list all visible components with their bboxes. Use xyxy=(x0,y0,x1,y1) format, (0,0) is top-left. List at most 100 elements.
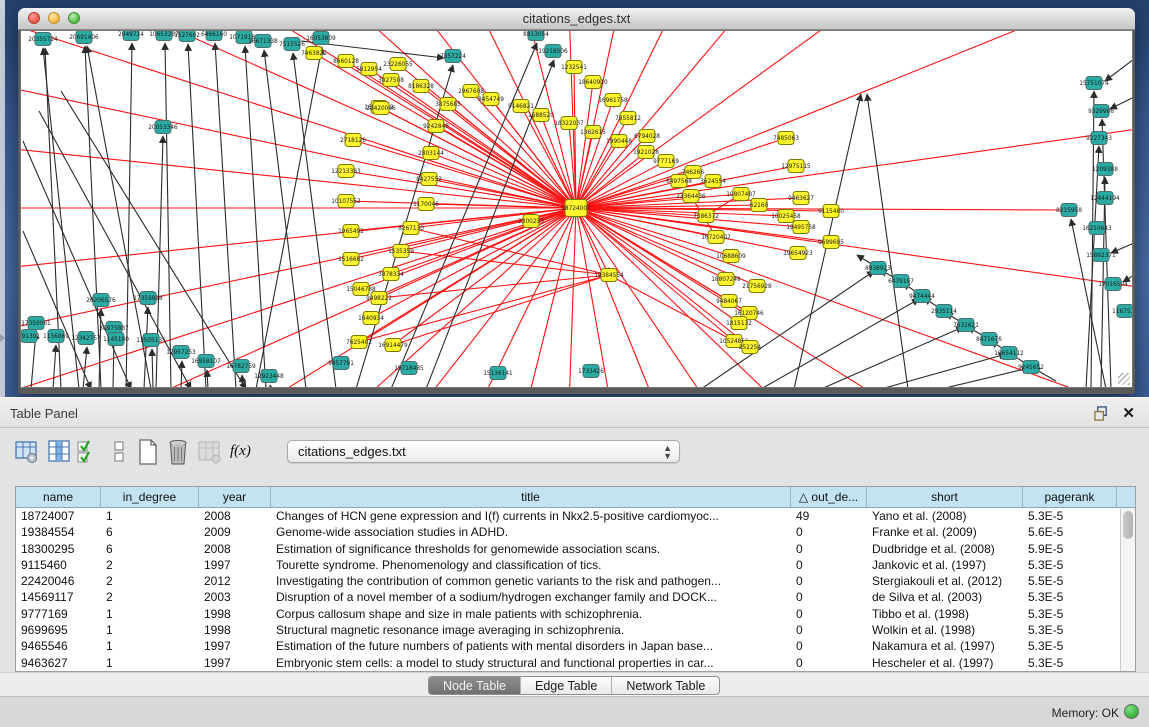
graph-node[interactable]: 1167533 xyxy=(1112,305,1133,318)
graph-node[interactable]: 19218506 xyxy=(538,45,568,58)
network-canvas[interactable]: 7463822866012859129542322605538275088186… xyxy=(20,30,1133,388)
graph-node[interactable]: 12444194 xyxy=(1090,192,1120,205)
table-row[interactable]: 977716911998Corpus callosum shape and si… xyxy=(16,606,1135,622)
graph-node[interactable]: 10654112 xyxy=(994,347,1024,360)
graph-node[interactable]: 62160 xyxy=(750,199,769,212)
select-all-icon[interactable] xyxy=(76,439,100,465)
column-header[interactable]: in_degree xyxy=(101,487,199,507)
graph-node[interactable]: 20355724 xyxy=(28,33,58,46)
graph-node[interactable]: 1527602 xyxy=(174,31,200,42)
graph-node[interactable]: 15751074 xyxy=(1079,77,1109,90)
graph-node[interactable]: 9329966 xyxy=(1088,105,1114,118)
resize-grip[interactable] xyxy=(1118,373,1130,385)
function-builder-icon[interactable]: f(x) xyxy=(230,443,254,469)
graph-node[interactable]: 252254 xyxy=(739,341,761,354)
graph-node[interactable]: 15718485 xyxy=(394,362,424,375)
graph-node[interactable]: 6466160 xyxy=(201,31,227,41)
graph-node[interactable]: 10107552 xyxy=(331,195,361,208)
graph-node[interactable]: 1588520 xyxy=(528,109,554,122)
graph-node[interactable]: 19654923 xyxy=(783,247,813,260)
table-row[interactable]: 1872400712008Changes of HCN gene express… xyxy=(16,508,1135,524)
graph-node[interactable]: 8215958 xyxy=(1056,204,1082,217)
unselect-all-icon[interactable] xyxy=(108,439,132,465)
table-row[interactable]: 946362711997Embryonic stem cells: a mode… xyxy=(16,655,1135,671)
graph-node[interactable]: 3624554 xyxy=(700,175,726,188)
table-row[interactable]: 946554611997Estimation of the future num… xyxy=(16,638,1135,654)
close-icon[interactable]: ✕ xyxy=(1122,404,1135,422)
graph-node[interactable]: 7955812 xyxy=(615,112,641,125)
column-header[interactable]: year xyxy=(199,487,271,507)
select-columns-icon[interactable] xyxy=(48,439,72,465)
graph-node[interactable]: 16720407 xyxy=(701,231,731,244)
graph-node[interactable]: 2049714 xyxy=(118,31,144,41)
float-window-icon[interactable] xyxy=(1094,406,1109,421)
graph-node[interactable]: 1156869 xyxy=(43,330,69,343)
graph-node[interactable]: 1209388 xyxy=(1092,163,1118,176)
column-header[interactable]: pagerank xyxy=(1023,487,1117,507)
graph-node[interactable]: 17350061 xyxy=(21,317,51,330)
table-settings-icon[interactable] xyxy=(15,439,39,465)
graph-node[interactable]: 10807487 xyxy=(726,188,756,201)
graph-node[interactable]: 16958107 xyxy=(191,355,221,368)
graph-node[interactable]: 7515526 xyxy=(279,38,305,51)
graph-node[interactable]: 9463627 xyxy=(788,192,814,205)
table-row[interactable]: 969969511998Structural magnetic resonanc… xyxy=(16,622,1135,638)
graph-node[interactable]: 19384554 xyxy=(594,269,624,282)
graph-node[interactable]: 16210643 xyxy=(1082,222,1112,235)
graph-node[interactable]: 7857224 xyxy=(440,50,466,63)
graph-node[interactable]: 7485063 xyxy=(773,132,799,145)
graph-node[interactable]: 1965492 xyxy=(338,225,364,238)
graph-node[interactable]: 7463822 xyxy=(301,47,327,60)
new-document-icon[interactable] xyxy=(136,439,160,465)
delete-icon[interactable] xyxy=(166,439,190,465)
table-row[interactable]: 1938455462009Genome-wide association stu… xyxy=(16,524,1135,540)
graph-node[interactable]: 9699695 xyxy=(818,236,844,249)
graph-node[interactable]: 16961758 xyxy=(598,94,628,107)
graph-node[interactable]: 20691406 xyxy=(69,31,99,44)
table-row[interactable]: 1830029562008Estimation of significance … xyxy=(16,541,1135,557)
column-header[interactable]: title xyxy=(271,487,791,507)
graph-node[interactable]: 2718126 xyxy=(340,134,366,147)
tab-edge-table[interactable]: Edge Table xyxy=(521,677,612,694)
graph-node[interactable]: 15892371 xyxy=(1086,249,1116,262)
table-row[interactable]: 1456911722003Disruption of a novel membe… xyxy=(16,589,1135,605)
vertical-scrollbar[interactable] xyxy=(1120,508,1135,671)
graph-node[interactable]: 6794028 xyxy=(634,130,660,143)
graph-node[interactable]: 1516682 xyxy=(338,253,364,266)
table-selector-dropdown[interactable]: citations_edges.txt ▲▼ xyxy=(287,440,680,463)
graph-node[interactable]: 9484067 xyxy=(716,295,742,308)
graph-node[interactable]: 1362615 xyxy=(580,126,606,139)
graph-node[interactable]: 18724007 xyxy=(561,200,591,217)
graph-node[interactable]: 23364436 xyxy=(676,190,706,203)
graph-node[interactable]: 2935114 xyxy=(931,305,957,318)
window-titlebar[interactable]: citations_edges.txt xyxy=(18,8,1135,30)
graph-node[interactable]: 391391 xyxy=(21,330,40,343)
network-graph[interactable]: 7463822866012859129542322605538275088186… xyxy=(21,31,1133,388)
graph-node[interactable]: 12923448 xyxy=(254,370,284,383)
graph-node[interactable]: 18322037 xyxy=(554,117,584,130)
graph-node[interactable]: 8938923 xyxy=(865,262,891,275)
graph-node[interactable]: 9474444 xyxy=(909,290,935,303)
table-row[interactable]: 911546021997Tourette syndrome. Phenomeno… xyxy=(16,557,1135,573)
graph-node[interactable]: 7386372 xyxy=(693,210,719,223)
graph-node[interactable]: 12213383 xyxy=(331,165,361,178)
panel-collapse-arrow[interactable] xyxy=(0,334,5,342)
graph-node[interactable]: 16914479 xyxy=(378,339,408,352)
graph-node[interactable]: 12975115 xyxy=(781,160,811,173)
graph-node[interactable]: 9115460 xyxy=(818,205,844,218)
graph-node[interactable]: 1921028 xyxy=(633,146,659,159)
graph-node[interactable]: 3875685 xyxy=(435,98,461,111)
scrollbar-thumb[interactable] xyxy=(1123,511,1133,539)
tab-node-table[interactable]: Node Table xyxy=(429,677,521,694)
column-header[interactable]: △ out_de... xyxy=(791,487,867,507)
graph-node[interactable]: 8660128 xyxy=(333,55,359,68)
graph-node[interactable]: 1733426 xyxy=(578,365,604,378)
graph-node[interactable]: 12342757 xyxy=(71,332,101,345)
graph-node[interactable]: 8813054 xyxy=(523,31,549,41)
graph-node[interactable]: 1232541 xyxy=(561,61,587,74)
graph-node[interactable]: 3878334 xyxy=(378,268,404,281)
column-header[interactable]: name xyxy=(16,487,101,507)
column-header[interactable]: short xyxy=(867,487,1023,507)
graph-node[interactable]: 2967608 xyxy=(458,85,484,98)
graph-node[interactable]: 15136141 xyxy=(483,367,513,380)
